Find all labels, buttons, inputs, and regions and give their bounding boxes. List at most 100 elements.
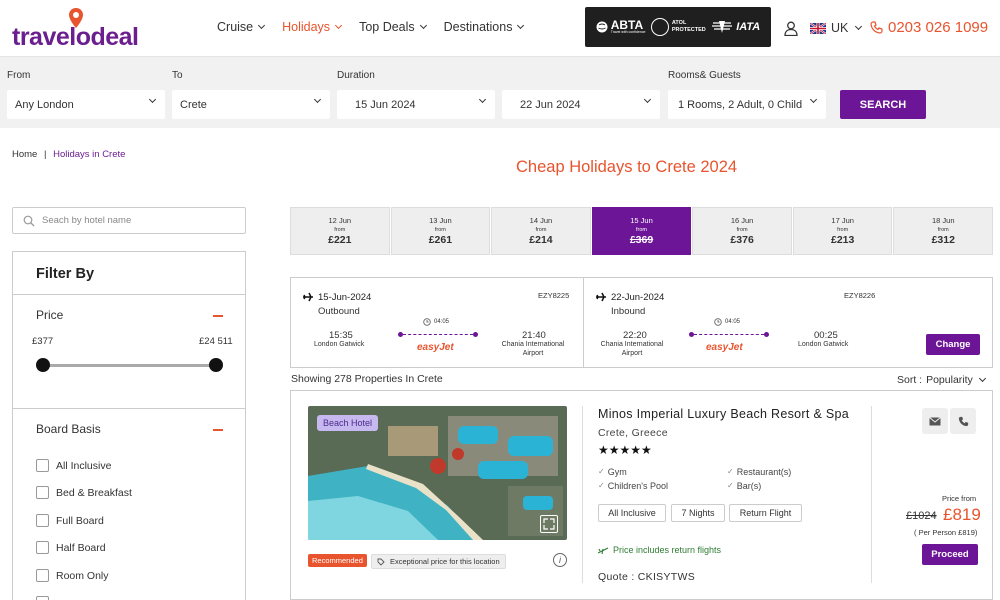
call-button[interactable] <box>950 408 976 434</box>
travelodeal-logo[interactable]: travelodeal <box>12 8 139 52</box>
checkbox[interactable] <box>36 569 49 582</box>
easyjet-logo: easyJet <box>706 342 743 353</box>
phone-icon <box>870 21 883 34</box>
info-icon[interactable]: i <box>553 553 567 567</box>
abta-globe-icon <box>596 21 608 33</box>
search-button[interactable]: SEARCH <box>840 90 926 119</box>
price-slider-min-handle[interactable] <box>36 358 50 372</box>
price-filter-title: Price <box>36 308 64 322</box>
region-selector[interactable]: UK <box>810 21 863 35</box>
to-label: To <box>172 70 183 81</box>
nav-destinations[interactable]: Destinations <box>444 20 525 34</box>
board-option-room-only[interactable]: Room Only <box>36 569 109 582</box>
chevron-down-icon <box>313 95 322 104</box>
logo-text: travelodeal <box>12 23 139 51</box>
current-price: £819 <box>943 505 981 524</box>
price-min-value: £377 <box>32 336 54 347</box>
date-option-12-jun[interactable]: 12 Jun from £221 <box>290 207 390 255</box>
chevron-down-icon <box>643 95 652 104</box>
accreditation-badges: ABTA Travel with confidence ATOL PROTECTE… <box>585 7 771 47</box>
user-account-icon[interactable] <box>784 21 798 36</box>
nav-holidays[interactable]: Holidays <box>282 20 343 34</box>
checkbox[interactable] <box>36 459 49 472</box>
quote-reference: Quote : CKISYTWS <box>598 571 695 583</box>
date-option-14-jun[interactable]: 14 Jun from £214 <box>491 207 591 255</box>
recommended-badge: Recommended <box>308 554 367 567</box>
clock-icon <box>423 318 431 326</box>
atol-badge: ATOL PROTECTED <box>650 18 706 36</box>
chevron-down-icon <box>258 21 266 30</box>
plane-icon <box>596 292 606 302</box>
divider <box>13 294 245 295</box>
board-pill: All Inclusive <box>598 504 666 522</box>
to-select[interactable]: Crete <box>172 90 330 119</box>
email-button[interactable] <box>922 408 948 434</box>
abta-badge: ABTA Travel with confidence <box>596 19 645 35</box>
divider <box>13 408 245 409</box>
date-option-18-jun[interactable]: 18 Jun from £312 <box>893 207 994 255</box>
price-slider-track[interactable] <box>42 364 216 367</box>
price-from-label: Price from <box>942 494 977 503</box>
checkbox[interactable] <box>36 514 49 527</box>
hotel-name[interactable]: Minos Imperial Luxury Beach Resort & Spa <box>598 407 849 421</box>
expand-icon[interactable] <box>540 515 558 533</box>
iata-plane-icon <box>712 21 733 33</box>
amenity-childrens-pool: ✓ Children's Pool <box>598 481 668 491</box>
site-header: travelodeal Cruise Holidays Top Deals De… <box>0 0 1000 56</box>
checkbox[interactable] <box>36 486 49 499</box>
date-option-13-jun[interactable]: 13 Jun from £261 <box>390 207 491 255</box>
hotel-search-placeholder: Seach by hotel name <box>42 215 132 226</box>
date-option-15-jun[interactable]: 15 Jun from £369 <box>591 207 692 255</box>
board-basis-title: Board Basis <box>36 422 101 436</box>
hotel-photo[interactable]: Beach Hotel <box>308 406 567 540</box>
date-option-16-jun[interactable]: 16 Jun from £376 <box>692 207 792 255</box>
nights-pill: 7 Nights <box>671 504 725 522</box>
amenity-bars: ✓ Bar(s) <box>727 481 762 491</box>
plane-icon <box>303 292 313 302</box>
flight-details: 15-Jun-2024 Outbound EZY8225 15:35 Londo… <box>290 277 993 368</box>
from-select[interactable]: Any London <box>7 90 165 119</box>
board-option-all-inclusive[interactable]: All Inclusive <box>36 459 111 472</box>
original-price: £1024 <box>906 510 937 522</box>
checkbox[interactable] <box>36 541 49 554</box>
proceed-button[interactable]: Proceed <box>922 544 978 565</box>
breadcrumb-current: Holidays in Crete <box>53 149 126 160</box>
from-label: From <box>7 70 31 81</box>
price-slider-max-handle[interactable] <box>209 358 223 372</box>
flights-included-note: Price includes return flights <box>598 545 721 555</box>
change-flights-button[interactable]: Change <box>926 334 980 355</box>
board-option-more[interactable] <box>36 596 49 600</box>
easyjet-logo: easyJet <box>417 342 454 353</box>
depart-date-select[interactable]: 15 Jun 2024 <box>337 90 495 119</box>
hotel-type-tag: Beach Hotel <box>317 415 379 431</box>
return-date-select[interactable]: 22 Jun 2024 <box>502 90 660 119</box>
filter-title: Filter By <box>36 266 95 282</box>
collapse-board-icon[interactable] <box>213 429 223 431</box>
sort-selector[interactable]: Sort : Popularity <box>897 374 986 386</box>
nav-top-deals[interactable]: Top Deals <box>359 20 427 34</box>
hotel-location: Crete, Greece <box>598 427 668 439</box>
board-option-full-board[interactable]: Full Board <box>36 514 104 527</box>
board-option-bed-breakfast[interactable]: Bed & Breakfast <box>36 486 132 499</box>
chevron-down-icon <box>517 21 525 30</box>
board-option-half-board[interactable]: Half Board <box>36 541 106 554</box>
date-option-17-jun[interactable]: 17 Jun from £213 <box>792 207 893 255</box>
chevron-down-icon <box>855 22 863 31</box>
plane-icon <box>598 547 609 554</box>
amenity-gym: ✓ Gym <box>598 467 627 477</box>
checkbox[interactable] <box>36 596 49 600</box>
rooms-guests-select[interactable]: 1 Rooms, 2 Adult, 0 Child <box>668 90 826 119</box>
chevron-down-icon <box>809 95 818 104</box>
phone-number[interactable]: 0203 026 1099 <box>870 19 988 36</box>
collapse-price-icon[interactable] <box>213 315 223 317</box>
chevron-down-icon <box>335 21 343 30</box>
date-price-strip: 12 Jun from £221 13 Jun from £261 14 Jun from… <box>290 207 994 255</box>
breadcrumb: Home | Holidays in Crete <box>12 149 126 160</box>
return-flight-pill: Return Flight <box>729 504 802 522</box>
nav-cruise[interactable]: Cruise <box>217 20 266 34</box>
breadcrumb-home[interactable]: Home <box>12 149 37 160</box>
hotel-name-search[interactable]: Seach by hotel name <box>12 207 246 234</box>
atol-seal-icon <box>650 18 669 36</box>
chevron-down-icon <box>478 95 487 104</box>
per-person-price: ( Per Person £819) <box>914 528 978 537</box>
